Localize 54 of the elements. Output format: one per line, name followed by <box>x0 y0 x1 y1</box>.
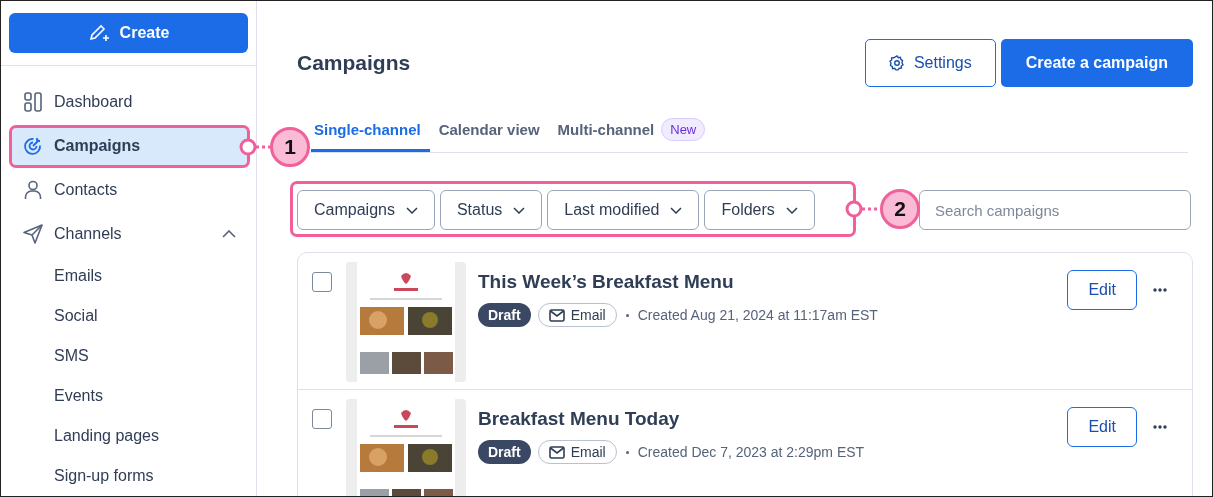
tab[interactable]: Multi-channel New <box>548 110 715 152</box>
filter-dropdown[interactable]: Campaigns <box>297 190 435 230</box>
chevron-down-icon <box>405 206 418 214</box>
checkbox[interactable] <box>312 272 332 292</box>
filter-dropdown[interactable]: Folders <box>704 190 815 230</box>
pencil-plus-icon <box>87 23 110 43</box>
dashboard-icon <box>23 92 43 112</box>
sidebar-subitem[interactable]: Emails <box>9 258 248 294</box>
edit-button[interactable]: Edit <box>1067 407 1137 447</box>
target-icon <box>23 136 43 156</box>
sidebar-subitem[interactable]: Landing pages <box>9 418 248 454</box>
tab[interactable]: Calendar view <box>429 110 549 152</box>
sidebar-item[interactable]: Campaigns <box>9 126 248 166</box>
campaign-title[interactable]: Breakfast Menu Today <box>478 408 1068 430</box>
status-badge: Draft <box>478 303 531 327</box>
settings-button[interactable]: Settings <box>864 39 996 87</box>
edit-button[interactable]: Edit <box>1067 270 1137 310</box>
status-badge: Draft <box>478 440 531 464</box>
envelope-icon <box>548 308 565 322</box>
page-title: Campaigns <box>297 51 412 75</box>
separator-dot <box>625 313 629 317</box>
more-icon[interactable] <box>1153 288 1167 292</box>
created-date: Created Aug 21, 2024 at 11:17am EST <box>637 307 878 323</box>
search-field[interactable]: Search campaigns <box>919 190 1191 230</box>
sidebar-subitem[interactable]: Sign-up forms <box>9 458 248 494</box>
envelope-icon <box>548 445 565 459</box>
separator-dot <box>625 450 629 454</box>
create-campaign-button[interactable]: Create a campaign <box>1000 39 1193 87</box>
sidebar-item[interactable]: Contacts <box>9 170 248 210</box>
chevron-down-icon <box>513 206 526 214</box>
checkbox[interactable] <box>312 409 332 429</box>
settings-icon <box>888 55 905 71</box>
sidebar-subitem[interactable]: Social <box>9 298 248 334</box>
filter-dropdown[interactable]: Last modified <box>547 190 700 230</box>
chevron-down-icon <box>785 206 798 214</box>
create-button[interactable]: Create <box>9 13 248 53</box>
created-date: Created Dec 7, 2023 at 2:29pm EST <box>637 444 865 460</box>
chevron-up-icon[interactable] <box>222 230 236 238</box>
sidebar-subitem[interactable]: Events <box>9 378 248 414</box>
sidebar-item[interactable]: Channels <box>9 214 248 254</box>
tab[interactable]: Single-channel <box>311 110 430 152</box>
more-icon[interactable] <box>1153 425 1167 429</box>
person-icon <box>23 180 43 200</box>
callout-number: 1 <box>270 127 310 167</box>
callout-number: 2 <box>880 189 920 229</box>
paper-plane-icon <box>23 224 43 244</box>
sidebar-item[interactable]: Dashboard <box>9 82 248 122</box>
filter-dropdown[interactable]: Status <box>439 190 543 230</box>
sidebar-subitem[interactable]: SMS <box>9 338 248 374</box>
chevron-down-icon <box>670 206 683 214</box>
campaign-title[interactable]: This Week’s Breakfast Menu <box>478 271 1068 293</box>
new-badge: New <box>661 118 706 141</box>
channel-label: Email <box>570 307 606 323</box>
channel-label: Email <box>570 444 606 460</box>
